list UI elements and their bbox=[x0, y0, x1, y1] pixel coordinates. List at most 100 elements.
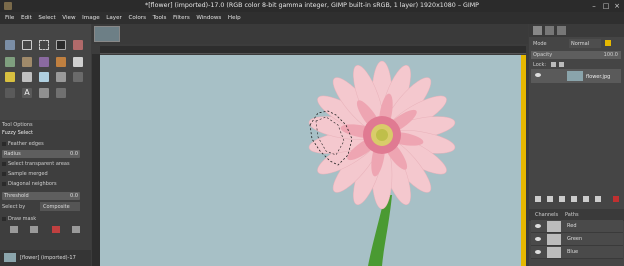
lock-label: Lock: bbox=[533, 62, 547, 68]
text-tool-icon[interactable]: A bbox=[22, 88, 32, 98]
diagonal-neighbors-checkbox[interactable]: Diagonal neighbors bbox=[2, 181, 57, 187]
layer-row[interactable]: flower.jpg bbox=[531, 69, 621, 83]
threshold-label: Threshold bbox=[4, 193, 29, 199]
fuzzy-select-tool-icon[interactable] bbox=[56, 40, 66, 50]
zoom-tool-icon[interactable] bbox=[56, 88, 66, 98]
window-title: *[flower] (imported)-17.0 (RGB color 8-b… bbox=[145, 2, 479, 9]
sample-merged-checkbox[interactable]: Sample merged bbox=[2, 171, 48, 177]
menu-help[interactable]: Help bbox=[228, 15, 241, 21]
feather-edges-label: Feather edges bbox=[8, 141, 44, 147]
select-by-label: Select by bbox=[2, 204, 26, 210]
tool-options-panel: Tool Options Fuzzy Select Feather edges … bbox=[0, 120, 91, 266]
menu-layer[interactable]: Layer bbox=[106, 15, 122, 21]
layer-visibility-eye-icon[interactable] bbox=[535, 73, 541, 77]
select-transparent-label: Select transparent areas bbox=[8, 161, 70, 167]
bucket-fill-tool-icon[interactable] bbox=[5, 72, 15, 82]
restore-options-icon[interactable] bbox=[30, 226, 38, 233]
eraser-tool-icon[interactable] bbox=[39, 72, 49, 82]
draw-mask-checkbox[interactable]: Draw mask bbox=[2, 216, 36, 222]
paths-tab-icon[interactable] bbox=[557, 26, 566, 35]
channel-red-label: Red bbox=[567, 223, 577, 229]
channel-green-label: Green bbox=[567, 236, 583, 242]
raise-layer-icon[interactable] bbox=[559, 196, 565, 202]
channel-green-eye-icon[interactable] bbox=[535, 237, 541, 241]
save-options-icon[interactable] bbox=[10, 226, 18, 233]
images-bar: [flower] (imported)-17 bbox=[0, 250, 91, 266]
delete-layer-icon[interactable] bbox=[613, 196, 619, 202]
tab-channels[interactable]: Channels bbox=[535, 212, 558, 218]
layers-tab-icon[interactable] bbox=[533, 26, 542, 35]
free-select-tool-icon[interactable] bbox=[39, 40, 49, 50]
tool-name: Fuzzy Select bbox=[2, 130, 33, 136]
radius-value: 0.0 bbox=[70, 151, 78, 157]
menu-image[interactable]: Image bbox=[82, 15, 100, 21]
channel-row-blue[interactable]: Blue bbox=[531, 246, 623, 259]
duplicate-layer-icon[interactable] bbox=[583, 196, 589, 202]
lock-position-icon[interactable] bbox=[559, 62, 564, 67]
menu-tools[interactable]: Tools bbox=[153, 15, 167, 21]
channel-blue-thumbnail bbox=[547, 247, 561, 258]
measure-tool-icon[interactable] bbox=[39, 88, 49, 98]
menu-windows[interactable]: Windows bbox=[196, 15, 221, 21]
menu-filters[interactable]: Filters bbox=[173, 15, 190, 21]
canvas-scrollbar-right[interactable] bbox=[521, 55, 526, 266]
channel-row-green[interactable]: Green bbox=[531, 233, 623, 246]
radius-slider[interactable]: Radius 0.0 bbox=[2, 150, 80, 158]
opacity-value: 100.0 bbox=[603, 52, 618, 58]
tool-options-tab[interactable]: Tool Options bbox=[2, 122, 33, 128]
path-tool-icon[interactable] bbox=[5, 88, 15, 98]
delete-options-icon[interactable] bbox=[52, 226, 60, 233]
paintbrush-tool-icon[interactable] bbox=[22, 72, 32, 82]
new-layer-icon[interactable] bbox=[535, 196, 541, 202]
paint-tool-icon[interactable] bbox=[73, 57, 83, 67]
maximize-icon[interactable]: □ bbox=[602, 2, 610, 10]
mode-dropdown[interactable]: Normal bbox=[569, 39, 601, 48]
menu-file[interactable]: File bbox=[5, 15, 14, 21]
new-group-icon[interactable] bbox=[547, 196, 553, 202]
sample-merged-label: Sample merged bbox=[8, 171, 48, 177]
crop-tool-icon[interactable] bbox=[5, 57, 15, 67]
unified-transform-tool-icon[interactable] bbox=[22, 57, 32, 67]
mode-value: Normal bbox=[571, 41, 590, 47]
smudge-tool-icon[interactable] bbox=[56, 72, 66, 82]
channel-red-eye-icon[interactable] bbox=[535, 224, 541, 228]
mode-reset-icon[interactable] bbox=[605, 40, 611, 46]
dodge-burn-tool-icon[interactable] bbox=[73, 72, 83, 82]
threshold-slider[interactable]: Threshold 0.0 bbox=[2, 192, 80, 200]
image-tabs-bar bbox=[92, 24, 528, 44]
diagonal-neighbors-label: Diagonal neighbors bbox=[8, 181, 57, 187]
layer-name: flower.jpg bbox=[586, 74, 611, 80]
image-name: [flower] (imported)-17 bbox=[20, 255, 76, 261]
menu-select[interactable]: Select bbox=[38, 15, 55, 21]
top-ruler bbox=[100, 46, 526, 54]
select-by-dropdown[interactable]: Composite bbox=[40, 202, 80, 211]
image-thumbnail[interactable] bbox=[4, 253, 16, 262]
opacity-slider[interactable]: Opacity 100.0 bbox=[531, 51, 621, 59]
clone-tool-icon[interactable] bbox=[56, 57, 66, 67]
minimize-icon[interactable]: – bbox=[590, 2, 598, 10]
radius-label: Radius bbox=[4, 151, 21, 157]
select-transparent-checkbox[interactable]: Select transparent areas bbox=[2, 161, 70, 167]
feather-edges-checkbox[interactable]: Feather edges bbox=[2, 141, 44, 147]
opacity-label: Opacity bbox=[533, 52, 553, 58]
move-tool-icon[interactable] bbox=[5, 40, 15, 50]
lower-layer-icon[interactable] bbox=[571, 196, 577, 202]
channel-blue-eye-icon[interactable] bbox=[535, 250, 541, 254]
rect-select-tool-icon[interactable] bbox=[22, 40, 32, 50]
image-canvas[interactable] bbox=[100, 55, 526, 266]
anchor-layer-icon[interactable] bbox=[595, 196, 601, 202]
menu-edit[interactable]: Edit bbox=[21, 15, 32, 21]
color-picker-tool-icon[interactable] bbox=[73, 40, 83, 50]
reset-options-icon[interactable] bbox=[72, 226, 80, 233]
channel-blue-label: Blue bbox=[567, 249, 579, 255]
close-icon[interactable]: × bbox=[613, 2, 621, 10]
channels-tab-icon[interactable] bbox=[545, 26, 554, 35]
menu-colors[interactable]: Colors bbox=[128, 15, 146, 21]
left-ruler bbox=[92, 54, 100, 266]
warp-transform-tool-icon[interactable] bbox=[39, 57, 49, 67]
image-tab-thumbnail[interactable] bbox=[94, 26, 120, 42]
lock-pixels-icon[interactable] bbox=[551, 62, 556, 67]
menu-view[interactable]: View bbox=[62, 15, 75, 21]
tab-paths[interactable]: Paths bbox=[565, 212, 579, 218]
channel-row-red[interactable]: Red bbox=[531, 220, 623, 233]
